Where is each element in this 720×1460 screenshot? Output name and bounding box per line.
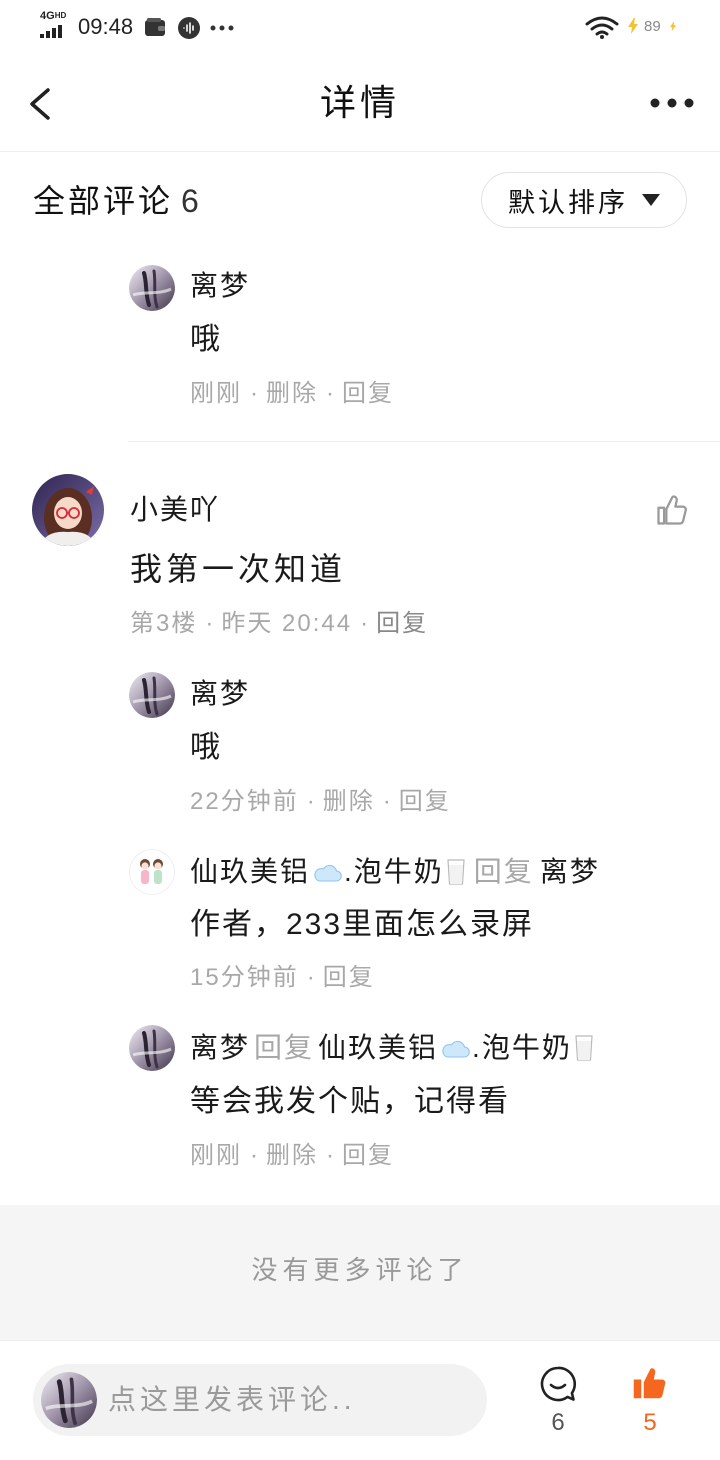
meta-separator: ·	[250, 1142, 258, 1169]
comment-time: 昨天 20:44	[221, 610, 353, 637]
comments-label: 全部评论	[33, 183, 174, 219]
comment-count: 6	[551, 1409, 565, 1436]
reply-author-line: 离梦 回复 仙玖美铝 .泡牛奶	[190, 1030, 596, 1066]
meta-separator: ·	[360, 610, 369, 637]
milk-glass-icon	[446, 858, 466, 886]
like-count: 5	[643, 1409, 657, 1436]
network-type: 4G	[40, 10, 55, 22]
more-notifications-icon	[210, 25, 234, 31]
avatar[interactable]	[129, 265, 175, 311]
reply-author-name-suffix[interactable]: .泡牛奶	[344, 854, 444, 890]
reply-meta: 刚刚 · 删除 · 回复	[190, 378, 394, 410]
comments-count: 6	[181, 183, 199, 219]
cloud-icon	[440, 1037, 470, 1059]
wifi-icon	[585, 16, 619, 39]
reply-author-line: 仙玖美铝 .泡牛奶 回复 离梦	[190, 854, 600, 890]
reply-author-name[interactable]: 离梦	[190, 676, 250, 712]
user-avatar-image	[129, 672, 175, 718]
more-dots-icon[interactable]	[650, 98, 694, 108]
user-avatar-image	[32, 474, 104, 546]
reply-to-word: 回复	[254, 1032, 315, 1063]
network-indicator: 4GHD	[40, 10, 66, 22]
reply-author-name[interactable]: 离梦	[190, 1030, 250, 1066]
meta-separator: ·	[306, 788, 315, 815]
battery-level: 89	[644, 18, 661, 35]
header-divider	[0, 151, 720, 152]
sort-dropdown[interactable]: 默认排序	[481, 172, 687, 228]
meta-separator: ·	[250, 380, 258, 407]
reply-time: 22分钟前	[190, 788, 299, 815]
reply-meta: 刚刚 · 删除 · 回复	[190, 1140, 394, 1172]
reply-text: 哦	[190, 731, 222, 764]
meta-separator: ·	[326, 1142, 334, 1169]
comment-author-name[interactable]: 小美吖	[130, 492, 220, 528]
user-avatar-image	[129, 1025, 175, 1071]
my-avatar	[41, 1372, 97, 1428]
voice-assistant-icon	[178, 17, 200, 39]
meta-separator: ·	[306, 964, 315, 991]
reply-text: 等会我发个贴，记得看	[190, 1085, 510, 1118]
reply-time: 15分钟前	[190, 964, 299, 991]
battery-tip-icon	[670, 21, 676, 32]
reply-author-name[interactable]: 仙玖美铝	[190, 854, 310, 890]
reply-to-word: 回复	[473, 856, 534, 887]
thumbs-up-filled-icon[interactable]	[630, 1362, 670, 1402]
delete-link[interactable]: 删除	[266, 378, 318, 410]
sort-label: 默认排序	[508, 187, 628, 218]
reply-time: 刚刚	[190, 1142, 242, 1169]
reply-author-name[interactable]: 离梦	[190, 268, 250, 304]
comment-text: 我第一次知道	[130, 551, 347, 587]
comments-heading: 全部评论 6	[33, 180, 199, 222]
reply-link[interactable]: 回复	[399, 786, 451, 818]
reply-target-name[interactable]: 仙玖美铝	[318, 1030, 438, 1066]
reply-link[interactable]: 回复	[323, 962, 375, 994]
reply-text: 作者，233里面怎么录屏	[190, 908, 535, 941]
reply-meta: 22分钟前 · 删除 · 回复	[190, 786, 451, 818]
status-time: 09:48	[78, 14, 134, 39]
no-more-comments: 没有更多评论了	[251, 1255, 469, 1285]
user-avatar-image	[129, 849, 175, 895]
reply-time: 刚刚	[190, 380, 242, 407]
comment-floor: 第3楼	[130, 610, 198, 637]
charging-bolt-icon	[628, 18, 638, 34]
avatar[interactable]	[129, 672, 175, 718]
delete-link[interactable]: 删除	[266, 1140, 318, 1172]
avatar[interactable]	[129, 849, 175, 895]
page-title: 详情	[319, 82, 400, 123]
comment-divider	[128, 441, 720, 442]
wallet-icon	[145, 18, 165, 36]
reply-meta: 15分钟前 · 回复	[190, 962, 375, 994]
meta-separator: ·	[205, 610, 214, 637]
network-tag: HD	[54, 11, 67, 20]
meta-separator: ·	[326, 380, 334, 407]
signal-bars-icon	[40, 25, 62, 38]
comment-bubble-icon[interactable]	[538, 1364, 578, 1404]
avatar[interactable]	[32, 474, 104, 546]
comment-meta: 第3楼 · 昨天 20:44 · 回复	[130, 608, 428, 640]
avatar[interactable]	[129, 1025, 175, 1071]
cloud-icon	[312, 861, 342, 883]
milk-glass-icon	[574, 1034, 594, 1062]
caret-down-icon	[642, 194, 660, 206]
reply-target-name[interactable]: 离梦	[540, 854, 600, 890]
reply-link[interactable]: 回复	[376, 608, 428, 640]
reply-link[interactable]: 回复	[342, 378, 394, 410]
reply-target-name-suffix[interactable]: .泡牛奶	[472, 1030, 572, 1066]
delete-link[interactable]: 删除	[323, 786, 375, 818]
user-avatar-image	[129, 265, 175, 311]
comment-input[interactable]	[108, 1380, 478, 1420]
meta-separator: ·	[382, 788, 391, 815]
reply-text: 哦	[190, 323, 222, 356]
reply-link[interactable]: 回复	[342, 1140, 394, 1172]
thumbs-up-icon[interactable]	[654, 492, 690, 528]
user-avatar-image	[41, 1372, 97, 1428]
